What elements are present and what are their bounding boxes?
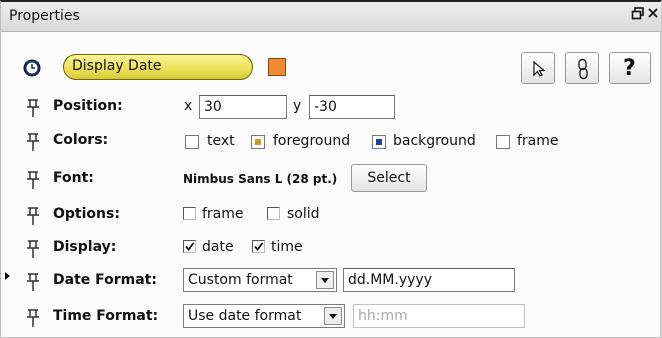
date-format-label: Date Format: <box>53 272 157 288</box>
close-icon[interactable] <box>647 5 661 23</box>
pin-icon[interactable] <box>25 170 41 190</box>
pin-icon[interactable] <box>25 132 41 152</box>
font-label: Font: <box>53 170 94 186</box>
date-format-selected: Custom format <box>188 272 293 288</box>
link-icon <box>577 58 589 84</box>
font-row: Font: Nimbus Sans L (28 pt.) Select <box>1 164 661 194</box>
pin-icon[interactable] <box>25 206 41 226</box>
position-row: Position: x 30 y -30 <box>1 92 661 122</box>
time-format-selected: Use date format <box>188 308 302 324</box>
date-checkbox[interactable] <box>183 240 196 253</box>
frame-checkbox[interactable] <box>183 207 196 220</box>
frame-color-label: frame <box>517 133 559 149</box>
time-option-label: time <box>271 239 303 255</box>
options-label: Options: <box>53 206 120 222</box>
time-format-combo[interactable]: Use date format <box>183 304 345 328</box>
font-value: Nimbus Sans L (28 pt.) <box>183 172 338 186</box>
background-color-label: background <box>393 133 476 149</box>
text-color-label: text <box>207 133 235 149</box>
time-format-label: Time Format: <box>53 308 159 324</box>
pin-icon[interactable] <box>25 308 41 328</box>
panel-title: Properties <box>9 8 80 24</box>
x-input[interactable]: 30 <box>199 95 287 119</box>
solid-option-label: solid <box>287 206 320 222</box>
time-format-row: Time Format: Use date format hh:mm <box>1 302 661 332</box>
link-button[interactable] <box>565 52 599 84</box>
background-color-swatch[interactable] <box>372 135 386 149</box>
pointer-button[interactable] <box>521 52 555 84</box>
dropdown-arrow-icon[interactable] <box>316 271 334 289</box>
element-color-swatch[interactable] <box>268 58 286 76</box>
display-label: Display: <box>53 239 117 255</box>
pin-icon[interactable] <box>25 272 41 292</box>
element-name-badge[interactable]: Display Date <box>63 54 253 80</box>
time-checkbox[interactable] <box>252 240 265 253</box>
colors-row: Colors: text foreground background frame <box>1 126 661 156</box>
display-row: Display: date time <box>1 233 661 263</box>
y-label: y <box>293 98 302 114</box>
foreground-color-label: foreground <box>273 133 351 149</box>
date-format-input[interactable]: dd.MM.yyyy <box>343 268 515 292</box>
y-input[interactable]: -30 <box>309 95 395 119</box>
solid-checkbox[interactable] <box>267 207 280 220</box>
time-format-input[interactable]: hh:mm <box>353 304 525 328</box>
date-format-row: Date Format: Custom format dd.MM.yyyy <box>1 266 661 296</box>
text-color-swatch[interactable] <box>185 135 199 149</box>
time-icon <box>23 59 41 77</box>
options-row: Options: frame solid <box>1 200 661 230</box>
title-bar: Properties <box>1 2 661 32</box>
foreground-color-swatch[interactable] <box>251 135 265 149</box>
select-font-button[interactable]: Select <box>351 164 427 192</box>
float-icon[interactable] <box>631 5 645 23</box>
help-icon: ? <box>623 56 636 81</box>
pin-icon[interactable] <box>25 98 41 118</box>
frame-option-label: frame <box>202 206 244 222</box>
date-format-combo[interactable]: Custom format <box>183 268 337 292</box>
x-label: x <box>184 98 193 114</box>
pointer-icon <box>531 60 547 82</box>
position-label: Position: <box>53 98 123 114</box>
dropdown-arrow-icon[interactable] <box>324 307 342 325</box>
frame-color-swatch[interactable] <box>496 135 510 149</box>
help-button[interactable]: ? <box>609 52 651 84</box>
properties-panel: Properties Display Date ? Position: x 30… <box>0 0 662 338</box>
element-name: Display Date <box>72 58 162 74</box>
date-option-label: date <box>202 239 234 255</box>
pin-icon[interactable] <box>25 239 41 259</box>
colors-label: Colors: <box>53 132 109 148</box>
